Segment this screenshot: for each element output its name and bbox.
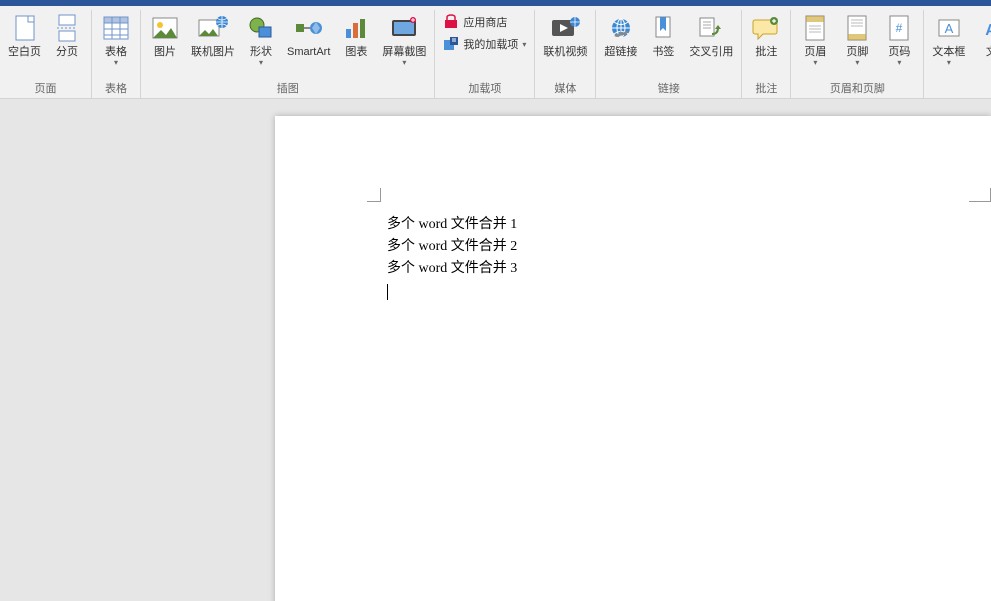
group-page-label: 页面 [4, 78, 87, 96]
document-line[interactable]: 多个 word 文件合并 1 [387, 214, 517, 236]
shapes-button[interactable]: 形状 [241, 10, 281, 69]
footer-icon [841, 12, 873, 44]
hyperlink-icon [605, 12, 637, 44]
group-table: 表格 表格 [92, 10, 141, 98]
document-area[interactable]: 多个 word 文件合并 1 多个 word 文件合并 2 多个 word 文件… [0, 100, 991, 601]
wordart-label: 文 [986, 46, 991, 59]
table-button[interactable]: 表格 [96, 10, 136, 69]
bookmark-label: 书签 [652, 46, 674, 59]
wordart-button[interactable]: A 文 [971, 10, 991, 61]
document-cursor-line[interactable] [387, 280, 517, 304]
svg-text:A: A [986, 22, 991, 39]
smartart-icon [293, 12, 325, 44]
my-addins-button[interactable]: 我的加载项 ▾ [439, 34, 530, 54]
group-addins-label: 加载项 [439, 78, 530, 96]
cross-reference-icon [695, 12, 727, 44]
online-video-label: 联机视频 [543, 46, 587, 59]
blank-page-icon [9, 12, 41, 44]
bookmark-button[interactable]: 书签 [643, 10, 683, 61]
ribbon: 空白页 分页 页面 表格 表格 [0, 6, 991, 99]
store-label: 应用商店 [463, 14, 507, 30]
group-links-label: 链接 [600, 78, 737, 96]
textbox-label: 文本框 [932, 46, 965, 67]
group-comment-label: 批注 [746, 78, 786, 96]
online-picture-label: 联机图片 [191, 46, 235, 59]
page-break-icon [51, 12, 83, 44]
textbox-button[interactable]: A 文本框 [928, 10, 969, 69]
page-number-label: 页码 [888, 46, 910, 67]
group-addins: 应用商店 我的加载项 ▾ 加载项 [435, 10, 535, 98]
page-number-button[interactable]: # 页码 [879, 10, 919, 69]
header-label: 页眉 [804, 46, 826, 67]
my-addins-label: 我的加载项 [463, 36, 518, 52]
page-number-icon: # [883, 12, 915, 44]
picture-label: 图片 [154, 46, 176, 59]
smartart-button[interactable]: SmartArt [283, 10, 334, 61]
picture-icon [149, 12, 181, 44]
online-video-icon [549, 12, 581, 44]
chart-icon [340, 12, 372, 44]
smartart-label: SmartArt [287, 46, 330, 59]
page-break-label: 分页 [56, 46, 78, 59]
group-table-label: 表格 [96, 78, 136, 96]
group-headerfooter-label: 页眉和页脚 [795, 78, 919, 96]
document-page[interactable]: 多个 word 文件合并 1 多个 word 文件合并 2 多个 word 文件… [275, 116, 991, 601]
group-media-label: 媒体 [539, 78, 591, 96]
table-icon [100, 12, 132, 44]
footer-button[interactable]: 页脚 [837, 10, 877, 69]
group-comment: 批注 批注 [742, 10, 791, 98]
table-label: 表格 [105, 46, 127, 67]
my-addins-icon [443, 36, 459, 52]
group-links: 超链接 书签 交叉引用 链接 [596, 10, 742, 98]
chart-label: 图表 [345, 46, 367, 59]
margin-mark-top-left [367, 188, 381, 202]
online-picture-button[interactable]: 联机图片 [187, 10, 239, 61]
blank-page-button[interactable]: 空白页 [4, 10, 45, 61]
online-video-button[interactable]: 联机视频 [539, 10, 591, 61]
header-icon [799, 12, 831, 44]
group-media: 联机视频 媒体 [535, 10, 596, 98]
margin-mark-top-right [969, 188, 991, 202]
group-text: A 文本框 A 文 [924, 10, 991, 98]
screenshot-button[interactable]: 屏幕截图 [378, 10, 430, 69]
svg-text:A: A [945, 21, 954, 36]
group-illustrations-label: 插图 [145, 78, 430, 96]
chart-button[interactable]: 图表 [336, 10, 376, 61]
comment-label: 批注 [755, 46, 777, 59]
comment-icon [750, 12, 782, 44]
hyperlink-label: 超链接 [604, 46, 637, 59]
picture-button[interactable]: 图片 [145, 10, 185, 61]
document-body[interactable]: 多个 word 文件合并 1 多个 word 文件合并 2 多个 word 文件… [387, 214, 517, 304]
group-headerfooter: 页眉 页脚 # 页码 页眉和页脚 [791, 10, 924, 98]
store-icon [443, 14, 459, 30]
dropdown-arrow-icon: ▾ [522, 40, 526, 49]
comment-button[interactable]: 批注 [746, 10, 786, 61]
group-text-label [928, 94, 991, 96]
hyperlink-button[interactable]: 超链接 [600, 10, 641, 61]
page-break-button[interactable]: 分页 [47, 10, 87, 61]
cross-reference-label: 交叉引用 [689, 46, 733, 59]
store-button[interactable]: 应用商店 [439, 12, 530, 32]
online-picture-icon [197, 12, 229, 44]
blank-page-label: 空白页 [8, 46, 41, 59]
footer-label: 页脚 [846, 46, 868, 67]
group-illustrations: 图片 联机图片 形状 SmartArt [141, 10, 435, 98]
shapes-icon [245, 12, 277, 44]
screenshot-icon [388, 12, 420, 44]
textbox-icon: A [933, 12, 965, 44]
svg-text:#: # [896, 21, 903, 35]
cross-reference-button[interactable]: 交叉引用 [685, 10, 737, 61]
document-line[interactable]: 多个 word 文件合并 2 [387, 236, 517, 258]
bookmark-icon [647, 12, 679, 44]
text-cursor [387, 284, 388, 300]
group-page: 空白页 分页 页面 [0, 10, 92, 98]
header-button[interactable]: 页眉 [795, 10, 835, 69]
wordart-icon: A [975, 12, 991, 44]
shapes-label: 形状 [250, 46, 272, 67]
screenshot-label: 屏幕截图 [382, 46, 426, 67]
document-line[interactable]: 多个 word 文件合并 3 [387, 258, 517, 280]
